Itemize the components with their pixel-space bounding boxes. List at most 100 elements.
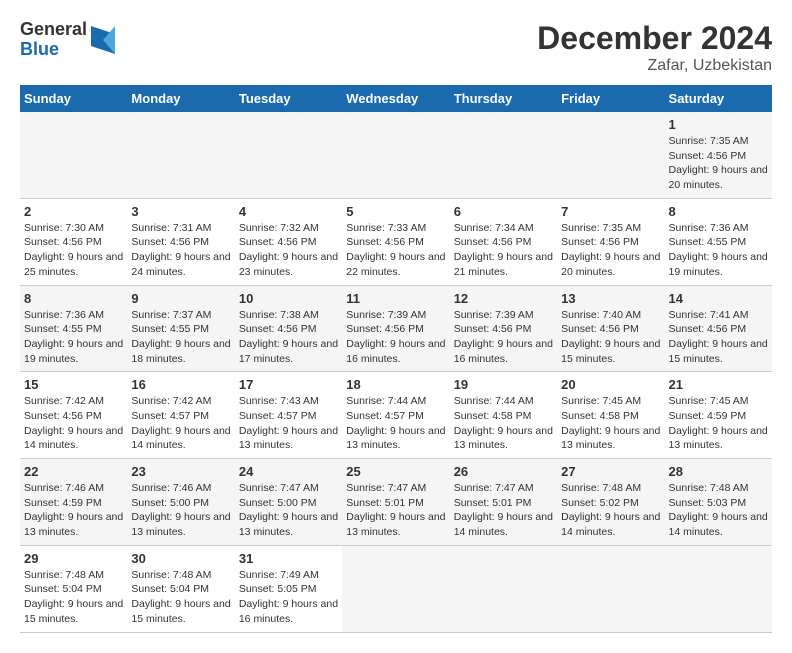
table-cell [127,112,234,198]
day-number: 2 [24,204,123,219]
day-info: Sunrise: 7:42 AMSunset: 4:57 PMDaylight:… [131,394,230,453]
table-cell: 11Sunrise: 7:39 AMSunset: 4:56 PMDayligh… [342,285,449,372]
day-number: 9 [131,291,230,306]
table-cell: 8 Sunrise: 7:36 AMSunset: 4:55 PMDaylight… [665,198,772,285]
table-cell: 20 Sunrise: 7:45 AMSunset: 4:58 PMDayligh… [557,372,664,459]
header-row: Sunday Monday Tuesday Wednesday Thursday… [20,85,772,112]
day-info: Sunrise: 7:31 AMSunset: 4:56 PMDaylight:… [131,221,230,280]
logo-icon [91,26,115,54]
table-row: 15 Sunrise: 7:42 AMSunset: 4:56 PMDayligh… [20,372,772,459]
day-number: 16 [131,377,230,392]
day-number: 1 [669,117,768,132]
day-number: 31 [239,551,338,566]
day-info: Sunrise: 7:48 AMSunset: 5:02 PMDaylight:… [561,481,660,540]
day-info: Sunrise: 7:48 AMSunset: 5:04 PMDaylight:… [24,568,123,627]
logo-text: General Blue [20,20,87,60]
calendar-body: 1 Sunrise: 7:35 AMSunset: 4:56 PMDaylight… [20,112,772,632]
day-info: Sunrise: 7:39 AMSunset: 4:56 PMDaylight:… [454,308,553,367]
day-info: Sunrise: 7:44 AMSunset: 4:58 PMDaylight:… [454,394,553,453]
day-number: 10 [239,291,338,306]
day-number: 21 [669,377,768,392]
day-info: Sunrise: 7:45 AMSunset: 4:58 PMDaylight:… [561,394,660,453]
day-info: Sunrise: 7:41 AMSunset: 4:56 PMDaylight:… [669,308,768,367]
title-section: December 2024 Zafar, Uzbekistan [537,20,772,75]
table-cell: 31 Sunrise: 7:49 AMSunset: 5:05 PMDayligh… [235,545,342,632]
table-cell: 23 Sunrise: 7:46 AMSunset: 5:00 PMDayligh… [127,459,234,546]
day-number: 5 [346,204,445,219]
col-tuesday: Tuesday [235,85,342,112]
table-cell [235,112,342,198]
day-info: Sunrise: 7:45 AMSunset: 4:59 PMDaylight:… [669,394,768,453]
day-number: 15 [24,377,123,392]
table-cell: 25 Sunrise: 7:47 AMSunset: 5:01 PMDayligh… [342,459,449,546]
day-number: 8 [669,204,768,219]
table-cell [450,112,557,198]
day-info: Sunrise: 7:35 AMSunset: 4:56 PMDaylight:… [561,221,660,280]
day-info: Sunrise: 7:32 AMSunset: 4:56 PMDaylight:… [239,221,338,280]
day-number: 26 [454,464,553,479]
table-cell: 3 Sunrise: 7:31 AMSunset: 4:56 PMDaylight… [127,198,234,285]
day-number: 18 [346,377,445,392]
col-friday: Friday [557,85,664,112]
day-number: 17 [239,377,338,392]
calendar-table: Sunday Monday Tuesday Wednesday Thursday… [20,85,772,633]
day-info: Sunrise: 7:42 AMSunset: 4:56 PMDaylight:… [24,394,123,453]
day-number: 4 [239,204,338,219]
col-saturday: Saturday [665,85,772,112]
table-cell [342,112,449,198]
day-info: Sunrise: 7:49 AMSunset: 5:05 PMDaylight:… [239,568,338,627]
col-wednesday: Wednesday [342,85,449,112]
day-number: 8 [24,291,123,306]
logo: General Blue [20,20,115,60]
table-cell: 21 Sunrise: 7:45 AMSunset: 4:59 PMDayligh… [665,372,772,459]
table-cell [20,112,127,198]
day-number: 7 [561,204,660,219]
day-number: 12 [454,291,553,306]
table-cell: 15 Sunrise: 7:42 AMSunset: 4:56 PMDayligh… [20,372,127,459]
day-info: Sunrise: 7:46 AMSunset: 5:00 PMDaylight:… [131,481,230,540]
day-info: Sunrise: 7:46 AMSunset: 4:59 PMDaylight:… [24,481,123,540]
table-cell: 17Sunrise: 7:43 AMSunset: 4:57 PMDayligh… [235,372,342,459]
table-cell [665,545,772,632]
col-monday: Monday [127,85,234,112]
day-info: Sunrise: 7:35 AMSunset: 4:56 PMDaylight:… [669,134,768,193]
day-number: 24 [239,464,338,479]
table-cell: 2Sunrise: 7:30 AMSunset: 4:56 PMDaylight… [20,198,127,285]
day-number: 25 [346,464,445,479]
logo-general: General [20,20,87,40]
day-number: 23 [131,464,230,479]
day-number: 27 [561,464,660,479]
location-subtitle: Zafar, Uzbekistan [537,57,772,75]
day-number: 14 [669,291,768,306]
table-row: 2Sunrise: 7:30 AMSunset: 4:56 PMDaylight… [20,198,772,285]
table-cell: 16 Sunrise: 7:42 AMSunset: 4:57 PMDayligh… [127,372,234,459]
table-cell [557,545,664,632]
day-number: 22 [24,464,123,479]
table-cell: 5Sunrise: 7:33 AMSunset: 4:56 PMDaylight… [342,198,449,285]
table-cell: 30Sunrise: 7:48 AMSunset: 5:04 PMDayligh… [127,545,234,632]
table-cell: 8Sunrise: 7:36 AMSunset: 4:55 PMDaylight… [20,285,127,372]
table-cell: 7 Sunrise: 7:35 AMSunset: 4:56 PMDaylight… [557,198,664,285]
table-cell: 12 Sunrise: 7:39 AMSunset: 4:56 PMDayligh… [450,285,557,372]
day-info: Sunrise: 7:47 AMSunset: 5:00 PMDaylight:… [239,481,338,540]
table-cell: 29Sunrise: 7:48 AMSunset: 5:04 PMDayligh… [20,545,127,632]
table-cell: 24 Sunrise: 7:47 AMSunset: 5:00 PMDayligh… [235,459,342,546]
day-number: 3 [131,204,230,219]
table-cell: 27 Sunrise: 7:48 AMSunset: 5:02 PMDayligh… [557,459,664,546]
table-cell: 19 Sunrise: 7:44 AMSunset: 4:58 PMDayligh… [450,372,557,459]
day-info: Sunrise: 7:47 AMSunset: 5:01 PMDaylight:… [454,481,553,540]
day-number: 6 [454,204,553,219]
day-info: Sunrise: 7:38 AMSunset: 4:56 PMDaylight:… [239,308,338,367]
day-number: 20 [561,377,660,392]
day-number: 13 [561,291,660,306]
day-info: Sunrise: 7:48 AMSunset: 5:04 PMDaylight:… [131,568,230,627]
day-info: Sunrise: 7:47 AMSunset: 5:01 PMDaylight:… [346,481,445,540]
table-cell: 4 Sunrise: 7:32 AMSunset: 4:56 PMDaylight… [235,198,342,285]
table-cell: 14 Sunrise: 7:41 AMSunset: 4:56 PMDayligh… [665,285,772,372]
day-number: 28 [669,464,768,479]
table-cell [557,112,664,198]
table-cell: 10 Sunrise: 7:38 AMSunset: 4:56 PMDayligh… [235,285,342,372]
day-number: 19 [454,377,553,392]
day-info: Sunrise: 7:40 AMSunset: 4:56 PMDaylight:… [561,308,660,367]
day-info: Sunrise: 7:36 AMSunset: 4:55 PMDaylight:… [669,221,768,280]
